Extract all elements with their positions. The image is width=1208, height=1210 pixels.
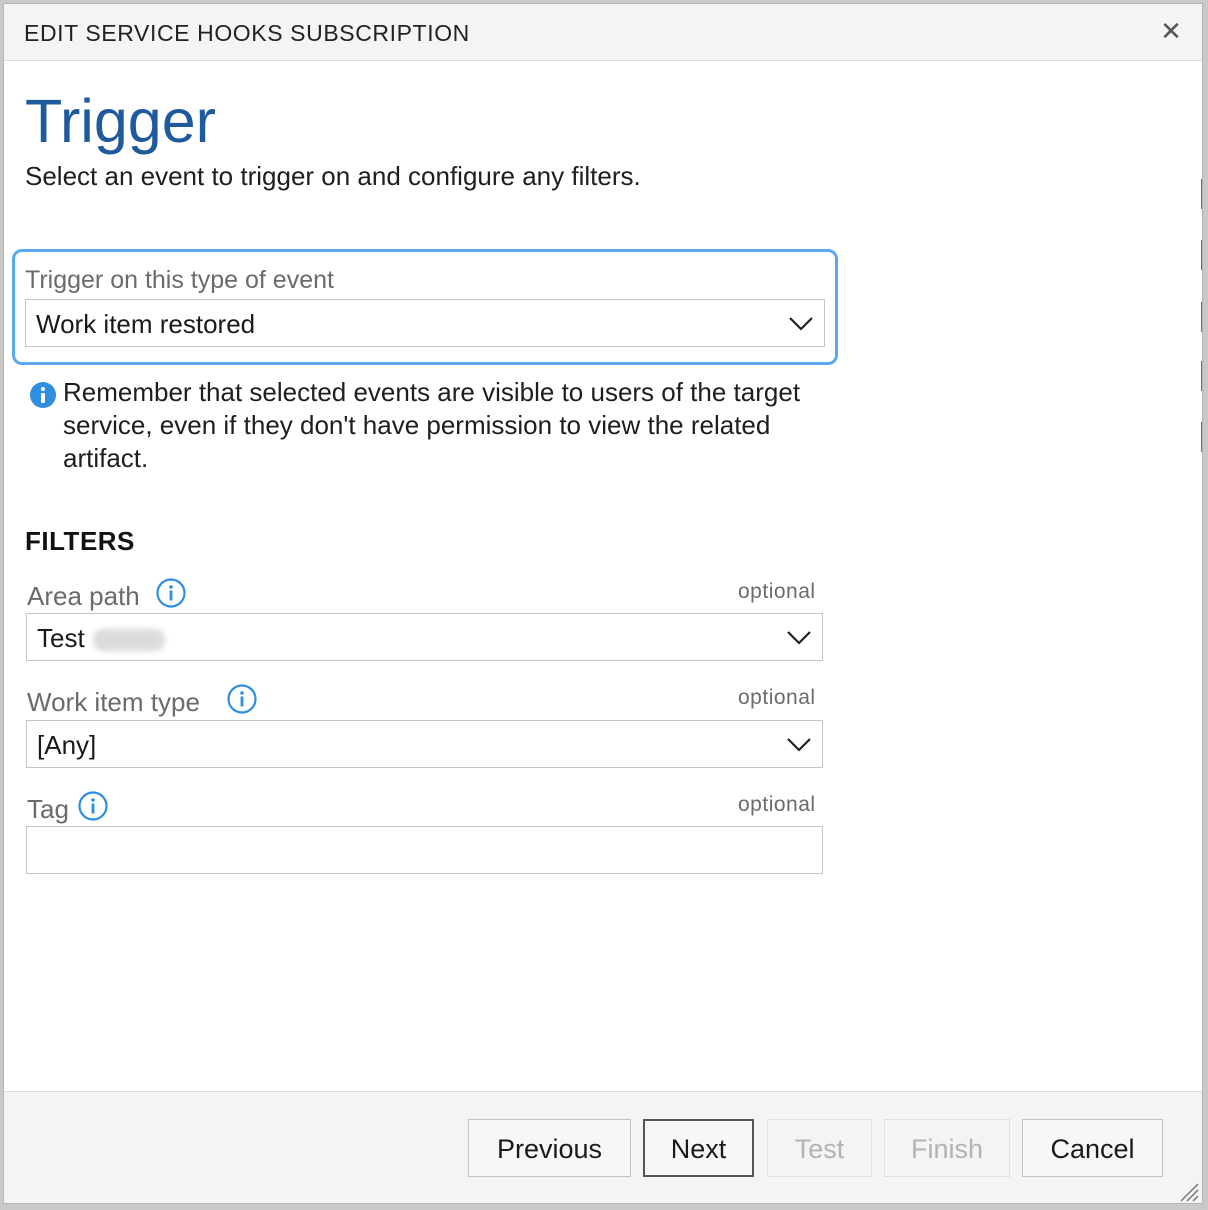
- area-path-label: Area path: [27, 581, 140, 611]
- work-item-type-label: Work item type: [27, 687, 200, 717]
- event-type-label: Trigger on this type of event: [25, 266, 334, 294]
- work-item-type-optional: optional: [738, 686, 816, 709]
- info-icon[interactable]: [226, 683, 258, 715]
- background-status-mark: [1201, 422, 1202, 452]
- visibility-note-text: Remember that selected events are visibl…: [63, 377, 801, 473]
- dialog-footer: Previous Next Test Finish Cancel: [4, 1091, 1202, 1203]
- chevron-down-icon: [789, 317, 813, 331]
- close-icon[interactable]: ✕: [1158, 18, 1184, 44]
- dialog-title: EDIT SERVICE HOOKS SUBSCRIPTION: [24, 20, 470, 46]
- background-status-mark: [1201, 179, 1202, 209]
- background-edge: [1200, 61, 1202, 1091]
- next-button[interactable]: Next: [643, 1119, 754, 1177]
- redacted-text: [92, 629, 165, 652]
- edit-subscription-dialog: EDIT SERVICE HOOKS SUBSCRIPTION ✕ Trigge…: [3, 3, 1203, 1204]
- background-status-mark: [1201, 240, 1202, 270]
- chevron-down-icon: [787, 738, 811, 752]
- info-icon[interactable]: [77, 790, 109, 822]
- tag-input[interactable]: [26, 826, 823, 874]
- test-button: Test: [767, 1119, 872, 1177]
- background-status-mark: [1201, 302, 1202, 332]
- event-type-select[interactable]: Work item restored: [25, 299, 825, 347]
- event-type-value: Work item restored: [36, 309, 256, 339]
- work-item-type-select[interactable]: [Any]: [26, 720, 823, 768]
- filters-heading: FILTERS: [25, 526, 135, 556]
- previous-button[interactable]: Previous: [468, 1119, 631, 1177]
- area-path-optional: optional: [738, 580, 816, 603]
- tag-optional: optional: [738, 793, 816, 816]
- area-path-select[interactable]: Test: [26, 613, 823, 661]
- dialog-title-bar: EDIT SERVICE HOOKS SUBSCRIPTION ✕: [4, 4, 1202, 61]
- finish-button: Finish: [884, 1119, 1010, 1177]
- info-icon: [30, 382, 56, 408]
- area-path-value: Test: [37, 623, 85, 653]
- resize-grip-icon[interactable]: [1177, 1180, 1199, 1202]
- info-icon[interactable]: [155, 577, 187, 609]
- tag-label: Tag: [27, 794, 69, 824]
- page-title: Trigger: [25, 87, 216, 155]
- work-item-type-value: [Any]: [37, 730, 97, 760]
- chevron-down-icon: [787, 631, 811, 645]
- background-status-mark: [1201, 361, 1202, 391]
- page-subtitle: Select an event to trigger on and config…: [25, 161, 641, 191]
- cancel-button[interactable]: Cancel: [1022, 1119, 1163, 1177]
